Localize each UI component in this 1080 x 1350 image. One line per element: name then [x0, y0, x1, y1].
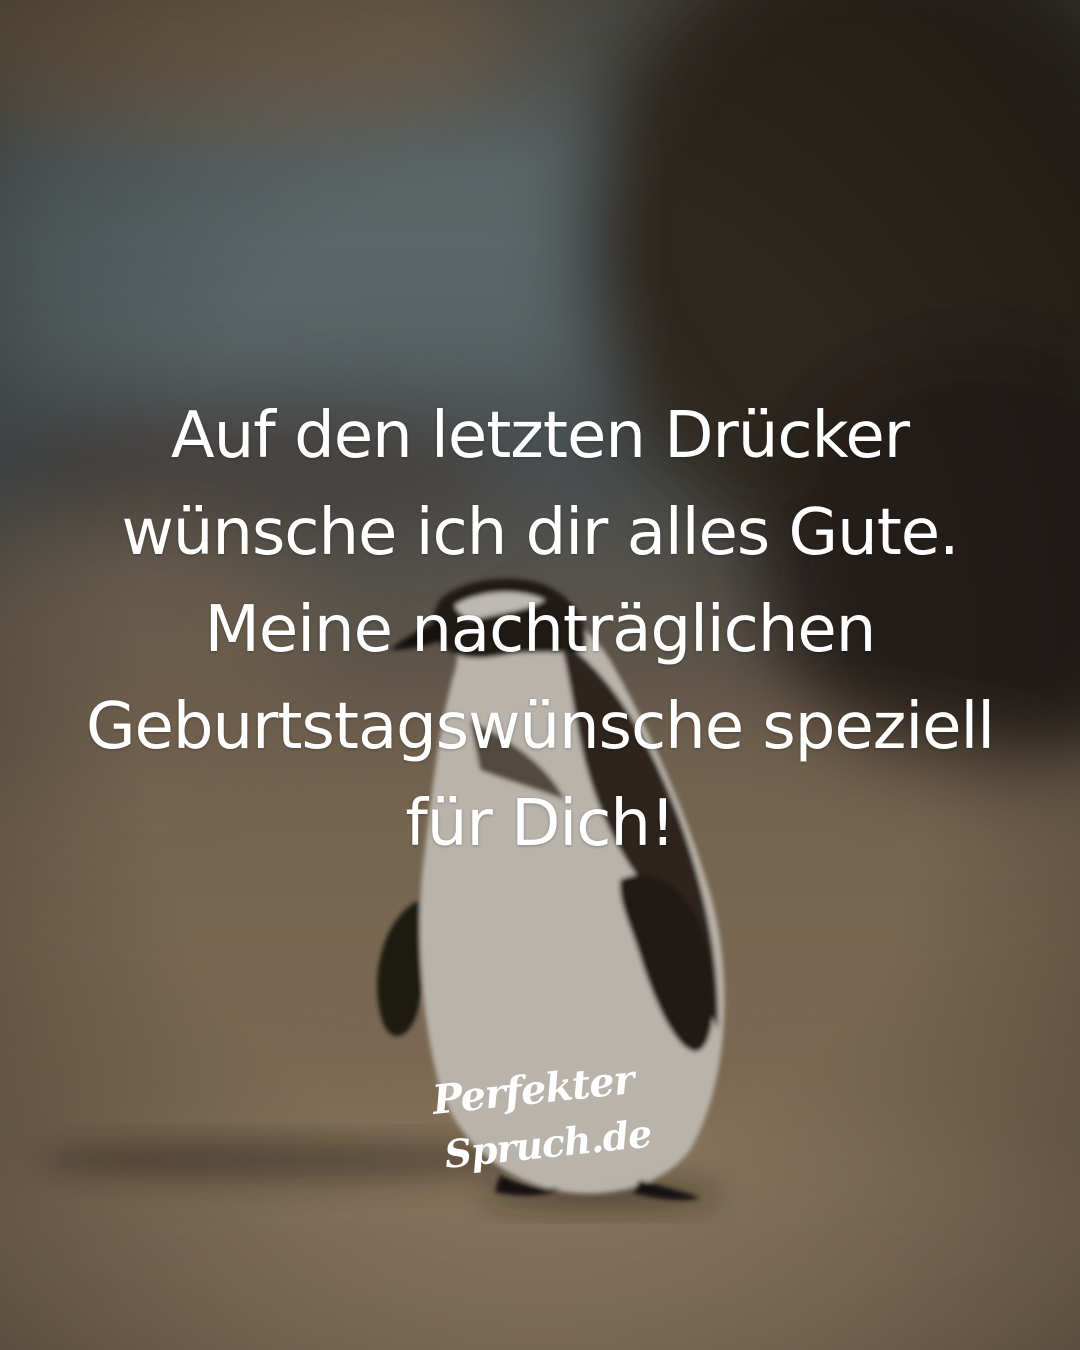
quote-text: Auf den letzten Drücker wünsche ich dir …	[60, 388, 1020, 873]
quote-line-4: Geburtstagswünsche speziell	[85, 690, 995, 764]
quote-line-5: für Dich!	[405, 787, 675, 861]
brand-logo: Perfekter Spruch.de	[429, 1062, 653, 1177]
logo-line-2: Spruch.de	[442, 1111, 653, 1177]
quote-line-2: wünsche ich dir alles Gute.	[121, 496, 959, 570]
quote-line-1: Auf den letzten Drücker	[170, 399, 910, 473]
quote-line-3: Meine nachträglichen	[204, 593, 877, 667]
quote-card: Auf den letzten Drücker wünsche ich dir …	[0, 0, 1080, 1350]
